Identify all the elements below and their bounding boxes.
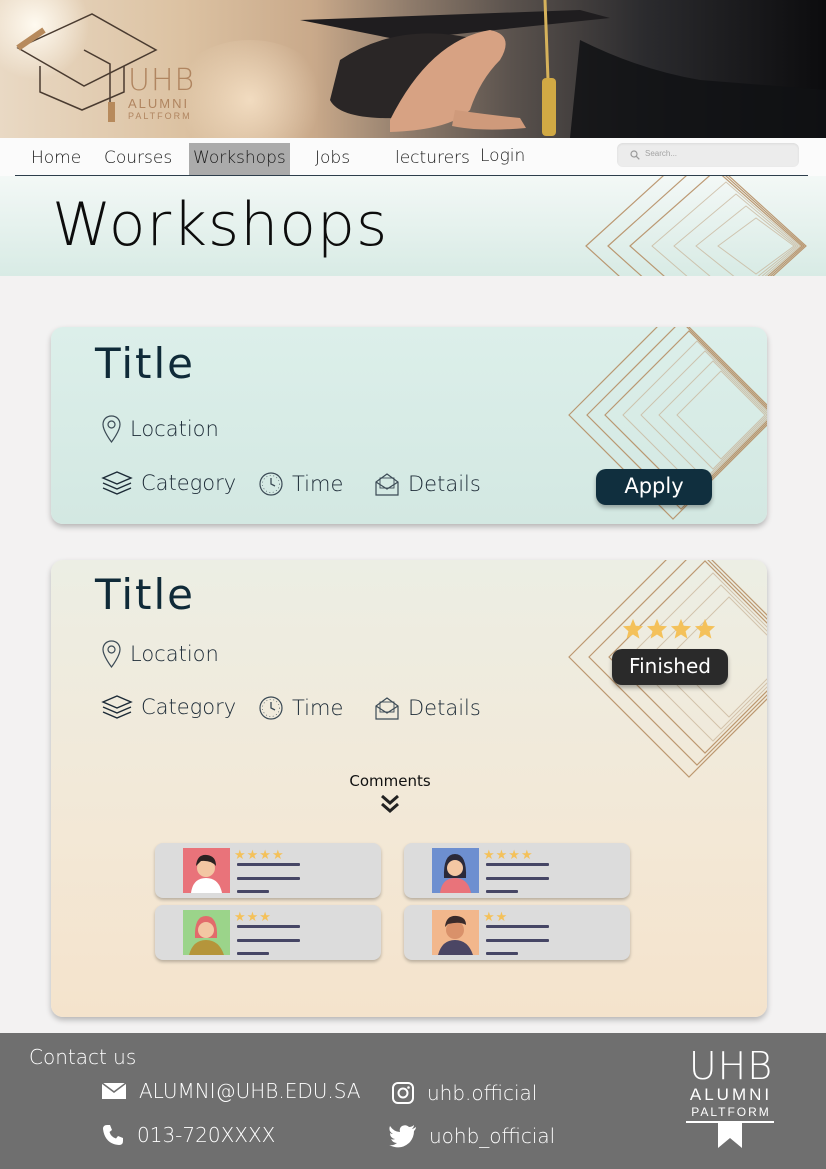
- review-line: [486, 939, 549, 942]
- footer-logo-line1: ALUMNI: [689, 1085, 773, 1104]
- details-label: Details: [408, 472, 481, 496]
- email-text: ALUMNI@UHB.EDU.SA: [139, 1079, 361, 1103]
- avatar: [183, 910, 230, 955]
- search-placeholder: Search...: [645, 149, 678, 158]
- footer-instagram[interactable]: uhb.official: [391, 1081, 537, 1105]
- workshop-title: Title: [95, 570, 196, 619]
- footer-email[interactable]: ALUMNI@UHB.EDU.SA: [101, 1079, 361, 1103]
- contact-heading: Contact us: [29, 1045, 137, 1069]
- phone-text: 013-720XXXX: [137, 1123, 276, 1147]
- workshop-title: Title: [95, 339, 196, 388]
- review-line: [486, 877, 549, 880]
- logo-line1: ALUMNI: [128, 96, 190, 111]
- clock-icon: [259, 696, 283, 720]
- time-label: Time: [292, 472, 344, 496]
- hero-logo-text: UHB ALUMNI PALTFORM: [128, 66, 195, 122]
- footer-twitter[interactable]: uohb_official: [389, 1124, 555, 1148]
- envelope-open-icon: [375, 697, 399, 720]
- search-icon: [630, 150, 640, 160]
- review-card: ★★★★: [155, 843, 381, 898]
- nav-jobs[interactable]: Jobs: [315, 143, 350, 175]
- star-icon: [694, 618, 716, 639]
- twitter-icon: [389, 1125, 416, 1148]
- location-label: Location: [130, 417, 219, 441]
- workshop-card-finished: Title Location Category Time Details Fin…: [51, 560, 767, 1017]
- workshop-time: Time: [258, 695, 343, 721]
- rating-stars: [622, 618, 716, 640]
- logo-line2: PALTFORM: [128, 111, 192, 121]
- star-icon: [646, 618, 668, 639]
- avatar: [432, 910, 479, 955]
- instagram-icon: [392, 1082, 414, 1104]
- logo-name: UHB: [128, 63, 196, 98]
- review-line: [237, 890, 269, 893]
- workshop-card: Title Location Category Time Details App…: [51, 327, 767, 524]
- page-header: Workshops: [0, 176, 826, 276]
- nav-home[interactable]: Home: [31, 143, 81, 175]
- review-card: ★★★: [155, 905, 381, 960]
- layers-icon: [101, 695, 133, 719]
- footer-logo-line2: PALTFORM: [691, 1105, 771, 1119]
- workshop-category: Category: [101, 469, 236, 497]
- location-pin-icon: [102, 415, 121, 443]
- apply-button[interactable]: Apply: [596, 469, 712, 505]
- review-card: ★★★★: [404, 843, 630, 898]
- location-pin-icon: [102, 640, 121, 668]
- comments-toggle-label[interactable]: Comments: [51, 772, 729, 790]
- review-stars: ★★: [483, 909, 509, 924]
- review-line: [237, 877, 300, 880]
- phone-icon: [103, 1125, 123, 1145]
- avatar: [432, 848, 479, 893]
- nav-workshops[interactable]: Workshops: [189, 143, 290, 175]
- review-card: ★★: [404, 905, 630, 960]
- details-label: Details: [408, 696, 481, 720]
- workshop-category: Category: [101, 693, 236, 721]
- search-input[interactable]: Search...: [617, 143, 799, 167]
- mail-icon: [101, 1082, 127, 1099]
- review-stars: ★★★★: [234, 847, 285, 862]
- workshop-location: Location: [101, 639, 219, 669]
- star-icon: [622, 618, 644, 639]
- location-label: Location: [130, 642, 219, 666]
- footer-logo: UHB ALUMNI PALTFORM: [686, 1047, 776, 1150]
- review-line: [237, 939, 300, 942]
- workshop-details[interactable]: Details: [374, 471, 481, 497]
- footer-logo-name: UHB: [688, 1044, 774, 1088]
- review-stars: ★★★: [234, 909, 272, 924]
- review-line: [486, 863, 549, 866]
- instagram-handle: uhb.official: [427, 1081, 538, 1105]
- twitter-handle: uohb_official: [429, 1124, 556, 1148]
- page-title: Workshops: [52, 190, 389, 260]
- review-line: [486, 925, 549, 928]
- double-chevron-down-icon[interactable]: [380, 793, 400, 815]
- envelope-open-icon: [375, 473, 399, 496]
- nav-courses[interactable]: Courses: [104, 143, 172, 175]
- bookmark-ribbon-icon: [686, 1121, 774, 1148]
- footer-phone[interactable]: 013-720XXXX: [101, 1123, 275, 1147]
- category-label: Category: [141, 471, 237, 495]
- review-line: [237, 952, 269, 955]
- layers-icon: [101, 471, 133, 495]
- footer: Contact us ALUMNI@UHB.EDU.SA 013-720XXXX…: [0, 1033, 826, 1169]
- graduation-cap-photo: [300, 0, 826, 138]
- time-label: Time: [292, 696, 344, 720]
- star-icon: [670, 618, 692, 639]
- review-line: [237, 863, 300, 866]
- review-line: [237, 925, 300, 928]
- workshop-location: Location: [101, 414, 219, 444]
- clock-icon: [259, 472, 283, 496]
- category-label: Category: [141, 695, 237, 719]
- diamond-pattern-decoration: [585, 176, 807, 276]
- review-line: [486, 890, 518, 893]
- workshop-time: Time: [258, 471, 343, 497]
- review-line: [486, 952, 518, 955]
- nav-lecturers[interactable]: lecturers: [395, 143, 470, 175]
- finished-badge: Finished: [612, 649, 728, 685]
- workshop-details[interactable]: Details: [374, 695, 481, 721]
- avatar: [183, 848, 230, 893]
- review-stars: ★★★★: [483, 847, 534, 862]
- nav-login[interactable]: Login: [480, 141, 525, 173]
- hero-banner: UHB ALUMNI PALTFORM: [0, 0, 826, 138]
